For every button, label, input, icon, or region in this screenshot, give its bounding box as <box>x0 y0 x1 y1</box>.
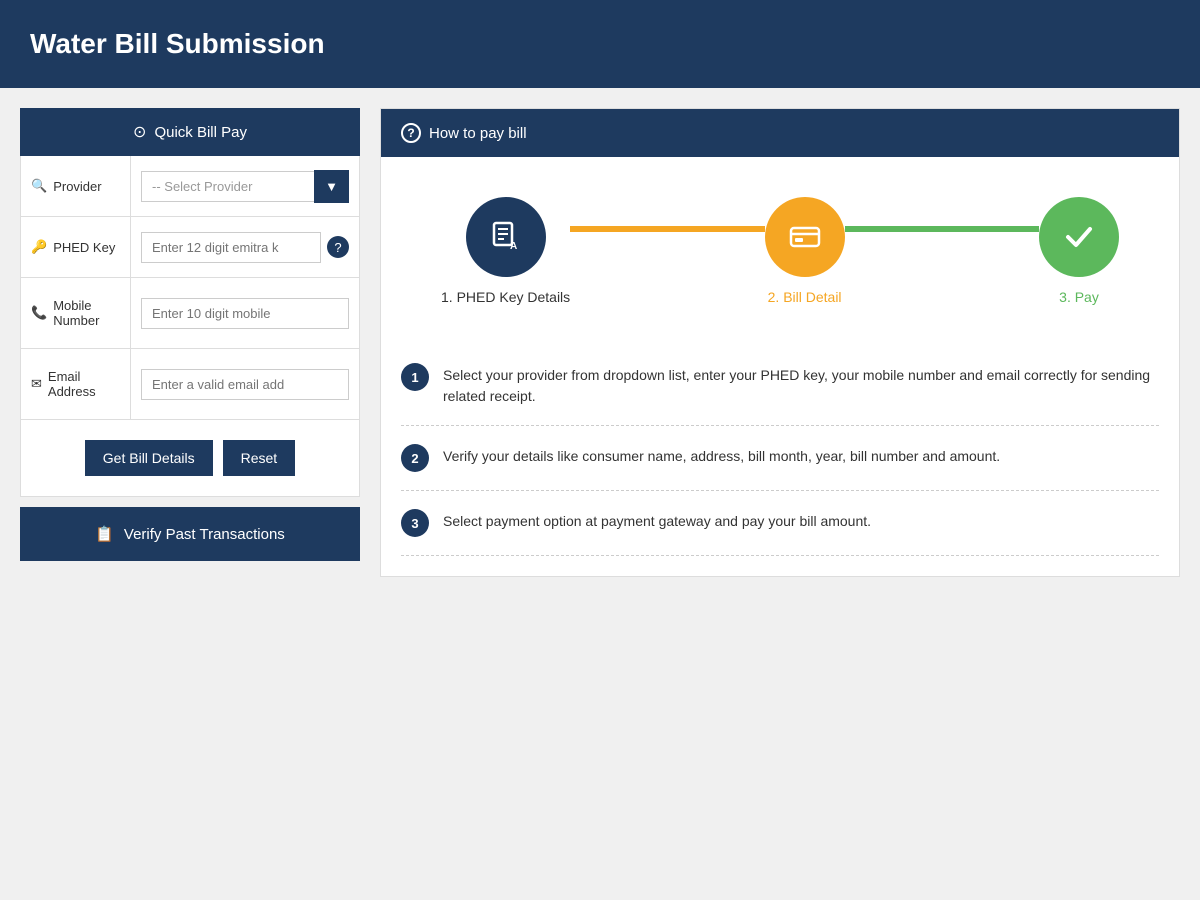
mobile-input[interactable] <box>141 298 349 329</box>
instruction-3-text: Select payment option at payment gateway… <box>443 509 871 532</box>
step-2: 2. Bill Detail <box>765 197 845 305</box>
phed-input-wrap: ? <box>131 224 359 271</box>
how-to-header: ? How to pay bill <box>381 109 1179 157</box>
how-to-icon: ? <box>401 123 421 143</box>
provider-select-wrap: -- Select Provider ▼ <box>141 170 349 203</box>
right-panel: ? How to pay bill A <box>380 108 1180 577</box>
email-input-wrap <box>131 361 359 408</box>
get-bill-details-button[interactable]: Get Bill Details <box>85 440 213 476</box>
connector-1 <box>570 226 764 232</box>
mobile-label: 📞 MobileNumber <box>21 278 131 348</box>
step-1-icon: A <box>488 219 524 255</box>
email-input[interactable] <box>141 369 349 400</box>
mobile-row: 📞 MobileNumber <box>21 278 359 349</box>
step-1-label: 1. PHED Key Details <box>441 289 570 305</box>
page-header: Water Bill Submission <box>0 0 1200 88</box>
provider-icon: 🔍 <box>31 178 47 194</box>
verify-icon: 📋 <box>95 525 114 543</box>
step-3-label: 3. Pay <box>1059 289 1099 305</box>
step-1-circle: A <box>466 197 546 277</box>
form-section: 🔍 Provider -- Select Provider ▼ 🔑 PH <box>20 156 360 420</box>
step-2-label: 2. Bill Detail <box>768 289 842 305</box>
step-2-icon <box>787 219 823 255</box>
select-arrow-icon[interactable]: ▼ <box>314 170 349 203</box>
instruction-1-text: Select your provider from dropdown list,… <box>443 363 1159 407</box>
step-3-circle <box>1039 197 1119 277</box>
provider-label: 🔍 Provider <box>21 156 131 216</box>
email-label: ✉ EmailAddress <box>21 349 131 419</box>
step-3-icon <box>1061 219 1097 255</box>
provider-input-wrap: -- Select Provider ▼ <box>131 162 359 211</box>
mobile-icon: 📞 <box>31 305 47 321</box>
instruction-2: 2 Verify your details like consumer name… <box>401 426 1159 491</box>
provider-row: 🔍 Provider -- Select Provider ▼ <box>21 156 359 217</box>
main-content: ⊙ Quick Bill Pay 🔍 Provider -- Select Pr… <box>0 88 1200 597</box>
instruction-3-num: 3 <box>401 509 429 537</box>
quick-bill-title: Quick Bill Pay <box>154 124 247 141</box>
svg-text:A: A <box>510 241 517 252</box>
phed-input[interactable] <box>141 232 321 263</box>
steps-visual: A 1. PHED Key Details <box>381 157 1179 335</box>
page-title: Water Bill Submission <box>30 28 1170 60</box>
phed-help-icon[interactable]: ? <box>327 236 349 258</box>
provider-select[interactable]: -- Select Provider <box>141 171 315 202</box>
step-2-circle <box>765 197 845 277</box>
how-to-title: How to pay bill <box>429 125 527 142</box>
phed-label: 🔑 PHED Key <box>21 217 131 277</box>
instruction-1: 1 Select your provider from dropdown lis… <box>401 345 1159 426</box>
phed-row: 🔑 PHED Key ? <box>21 217 359 278</box>
mobile-input-wrap <box>131 290 359 337</box>
quick-bill-icon: ⊙ <box>133 122 146 142</box>
left-panel: ⊙ Quick Bill Pay 🔍 Provider -- Select Pr… <box>20 108 360 577</box>
button-row: Get Bill Details Reset <box>20 420 360 497</box>
phed-icon: 🔑 <box>31 239 47 255</box>
email-row: ✉ EmailAddress <box>21 349 359 419</box>
instruction-1-num: 1 <box>401 363 429 391</box>
email-icon: ✉ <box>31 376 42 392</box>
instruction-3: 3 Select payment option at payment gatew… <box>401 491 1159 556</box>
instructions: 1 Select your provider from dropdown lis… <box>381 335 1179 576</box>
verify-past-transactions-button[interactable]: 📋 Verify Past Transactions <box>20 507 360 561</box>
step-3: 3. Pay <box>1039 197 1119 305</box>
instruction-2-text: Verify your details like consumer name, … <box>443 444 1000 467</box>
step-container: A 1. PHED Key Details <box>441 197 1119 305</box>
step-1: A 1. PHED Key Details <box>441 197 570 305</box>
connector-2 <box>845 226 1039 232</box>
reset-button[interactable]: Reset <box>223 440 296 476</box>
instruction-2-num: 2 <box>401 444 429 472</box>
quick-bill-header: ⊙ Quick Bill Pay <box>20 108 360 156</box>
